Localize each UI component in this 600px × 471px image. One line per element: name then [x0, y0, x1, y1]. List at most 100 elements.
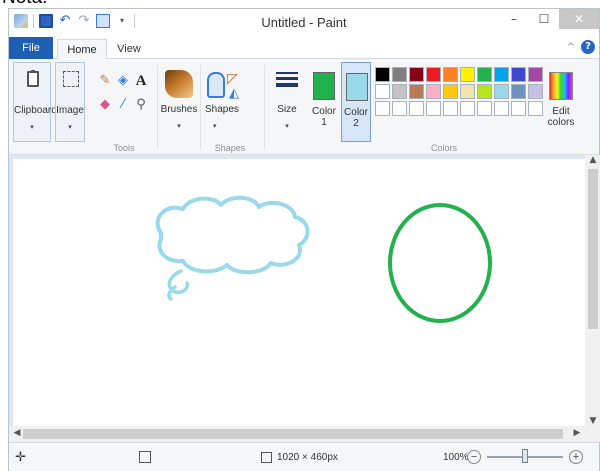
scroll-down-icon[interactable]: ▼ — [585, 416, 600, 426]
group-label-colors: Colors — [430, 143, 457, 153]
pencil-icon[interactable]: ✎ — [97, 73, 113, 89]
cropped-heading-text: Nota: — [2, 0, 47, 8]
select-icon[interactable] — [96, 14, 110, 28]
vertical-scroll-thumb[interactable] — [588, 169, 598, 329]
line-size-icon — [276, 72, 298, 90]
vertical-scrollbar[interactable]: ▲ ▼ — [585, 155, 600, 426]
color-picker-icon[interactable]: ⁄ — [115, 97, 131, 113]
select-rectangle-icon — [63, 71, 79, 87]
undo-icon[interactable]: ↶ — [58, 14, 72, 28]
shapes-icon: ◸ ◭ — [207, 68, 249, 100]
tab-home[interactable]: Home — [57, 39, 107, 60]
palette-swatch[interactable] — [409, 101, 424, 116]
palette-swatch[interactable] — [528, 101, 543, 116]
palette-swatch[interactable] — [460, 101, 475, 116]
canvas-area — [9, 155, 585, 426]
cloud-callout-shape — [155, 195, 310, 275]
zoom-out-button[interactable]: − — [467, 450, 481, 464]
canvas-drawing — [155, 195, 492, 323]
color1-label: Color 1 — [312, 106, 336, 128]
drawing-canvas[interactable] — [13, 159, 585, 426]
group-divider — [157, 65, 158, 149]
palette-swatch[interactable] — [494, 67, 509, 82]
color2-button[interactable]: Color 2 — [341, 62, 371, 142]
customize-icon[interactable]: ▾ — [115, 14, 129, 28]
canvas-dimensions: 1020 × 460px — [277, 452, 338, 463]
zoom-slider-thumb[interactable] — [522, 449, 528, 463]
palette-swatch[interactable] — [443, 84, 458, 99]
qat-separator — [33, 14, 34, 28]
palette-swatch[interactable] — [375, 67, 390, 82]
clipboard-button[interactable]: Clipboard ▾ — [13, 62, 57, 142]
brushes-button[interactable]: Brushes ▾ — [159, 62, 199, 142]
horizontal-scrollbar[interactable]: ◀ ▶ — [9, 426, 585, 442]
edit-colors-button[interactable]: Edit colors — [543, 62, 579, 142]
palette-swatch[interactable] — [409, 84, 424, 99]
minimize-ribbon-icon[interactable]: ^ — [567, 42, 575, 53]
palette-swatch[interactable] — [443, 101, 458, 116]
group-label-shapes: Shapes — [214, 143, 246, 153]
eraser-icon[interactable]: ◆ — [97, 97, 113, 113]
tab-view[interactable]: View — [109, 39, 149, 59]
palette-swatch[interactable] — [528, 67, 543, 82]
edit-colors-label: Edit colors — [547, 106, 575, 128]
horizontal-scroll-thumb[interactable] — [23, 429, 563, 439]
ribbon: Clipboard ▾ Image ▾ ✎ ◈ A ◆ ⁄ ⚲ Tools Br… — [9, 59, 599, 155]
ribbon-tabs: File Home View ^ ? — [9, 37, 599, 60]
clipboard-label: Clipboard — [14, 105, 57, 116]
ellipse-shape — [388, 203, 492, 323]
tab-file[interactable]: File — [9, 37, 53, 59]
minimize-button[interactable]: – — [499, 9, 529, 29]
image-label: Image — [56, 105, 84, 116]
edit-colors-icon — [549, 72, 573, 100]
palette-swatch[interactable] — [460, 84, 475, 99]
chevron-down-icon: ▾ — [68, 124, 72, 131]
canvas-size-icon — [261, 452, 272, 463]
save-icon[interactable] — [39, 14, 53, 28]
palette-swatch[interactable] — [375, 84, 390, 99]
palette-swatch[interactable] — [494, 84, 509, 99]
close-button[interactable]: ✕ — [559, 9, 599, 29]
magnifier-icon[interactable]: ⚲ — [133, 97, 149, 113]
shapes-label: Shapes — [205, 104, 239, 115]
color1-button[interactable]: Color 1 — [309, 62, 339, 142]
palette-swatch[interactable] — [477, 84, 492, 99]
color2-label: Color 2 — [344, 107, 368, 129]
palette-swatch[interactable] — [426, 67, 441, 82]
paint-window: ↶ ↷ ▾ Untitled - Paint – ☐ ✕ File Home V… — [8, 8, 600, 471]
palette-swatch[interactable] — [392, 101, 407, 116]
palette-swatch[interactable] — [511, 101, 526, 116]
scroll-right-icon[interactable]: ▶ — [569, 428, 585, 438]
palette-swatch[interactable] — [426, 84, 441, 99]
shapes-button[interactable]: ◸ ◭ Shapes ▾ — [203, 62, 253, 142]
image-button[interactable]: Image ▾ — [55, 62, 85, 142]
palette-swatch[interactable] — [460, 67, 475, 82]
palette-swatch[interactable] — [426, 101, 441, 116]
text-tool-icon[interactable]: A — [133, 73, 149, 89]
redo-icon[interactable]: ↷ — [77, 14, 91, 28]
palette-swatch[interactable] — [511, 84, 526, 99]
palette-swatch[interactable] — [392, 67, 407, 82]
chevron-down-icon: ▾ — [30, 124, 34, 131]
scroll-up-icon[interactable]: ▲ — [585, 155, 600, 165]
palette-swatch[interactable] — [494, 101, 509, 116]
zoom-in-button[interactable]: + — [569, 450, 583, 464]
palette-swatch[interactable] — [443, 67, 458, 82]
cloud-callout-tail — [167, 269, 190, 301]
size-label: Size — [277, 104, 297, 115]
palette-swatch[interactable] — [477, 67, 492, 82]
palette-swatch[interactable] — [392, 84, 407, 99]
palette-swatch[interactable] — [409, 67, 424, 82]
fill-bucket-icon[interactable]: ◈ — [115, 73, 131, 89]
palette-swatch[interactable] — [511, 67, 526, 82]
palette-swatch[interactable] — [375, 101, 390, 116]
help-icon[interactable]: ? — [581, 40, 595, 54]
palette-swatch[interactable] — [477, 101, 492, 116]
app-icon[interactable] — [14, 14, 28, 28]
selection-size-icon — [139, 451, 151, 463]
maximize-button[interactable]: ☐ — [529, 9, 559, 29]
size-button[interactable]: Size ▾ — [267, 62, 307, 142]
group-label-tools: Tools — [113, 143, 135, 153]
palette-swatch[interactable] — [528, 84, 543, 99]
qat-separator — [134, 14, 135, 28]
